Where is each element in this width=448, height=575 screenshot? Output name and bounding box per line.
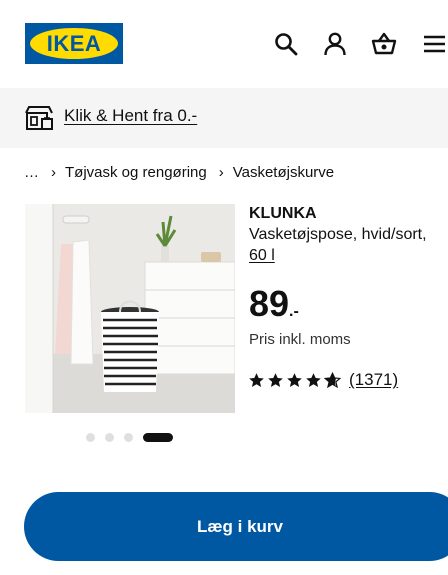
star-icon [306,372,321,387]
rating-count[interactable]: (1371) [349,370,398,390]
gallery-dot[interactable] [124,433,133,442]
star-icon [249,372,264,387]
breadcrumb-separator: › [218,164,224,181]
price-suffix: .- [289,303,299,320]
gallery-dot-active[interactable] [143,433,173,442]
add-to-cart-label: Læg i kurv [197,516,283,536]
price-note: Pris inkl. moms [249,331,351,348]
store-icon [24,104,54,132]
promo-link[interactable]: Klik & Hent fra 0.- [64,106,197,126]
breadcrumb-ellipsis[interactable]: … [24,164,39,181]
breadcrumb-item-laundry-baskets[interactable]: Vasketøjskurve [233,164,334,181]
breadcrumb-item-laundry[interactable]: Tøjvask og rengøring [65,164,207,181]
logo-text: IKEA [46,30,102,56]
gallery-dot[interactable] [105,433,114,442]
basket-icon[interactable] [371,31,397,57]
menu-icon[interactable] [421,31,447,57]
gallery-pagination [86,433,183,442]
ikea-logo[interactable]: IKEA [25,23,123,64]
gallery-dot[interactable] [86,433,95,442]
star-icon [268,372,283,387]
product-rating[interactable]: (1371) [248,370,398,390]
breadcrumb-separator: › [51,164,56,181]
top-header: IKEA [0,0,448,88]
star-icon [287,372,302,387]
logo-oval: IKEA [30,28,118,59]
product-image[interactable] [25,204,235,413]
half-star-icon [324,371,341,388]
breadcrumb: … › Tøjvask og rengøring › Vasketøjskurv… [24,164,334,181]
product-price: 89.- [249,282,299,334]
price-main: 89 [249,283,290,324]
add-to-cart-button[interactable]: Læg i kurv [24,492,448,561]
product-description: Vasketøjspose, hvid/sort, [249,226,427,243]
search-icon[interactable] [273,31,299,57]
product-size-link[interactable]: 60 l [249,247,275,265]
user-icon[interactable] [322,31,348,57]
product-name: KLUNKA [249,205,317,222]
click-collect-banner[interactable]: Klik & Hent fra 0.- [0,88,448,148]
